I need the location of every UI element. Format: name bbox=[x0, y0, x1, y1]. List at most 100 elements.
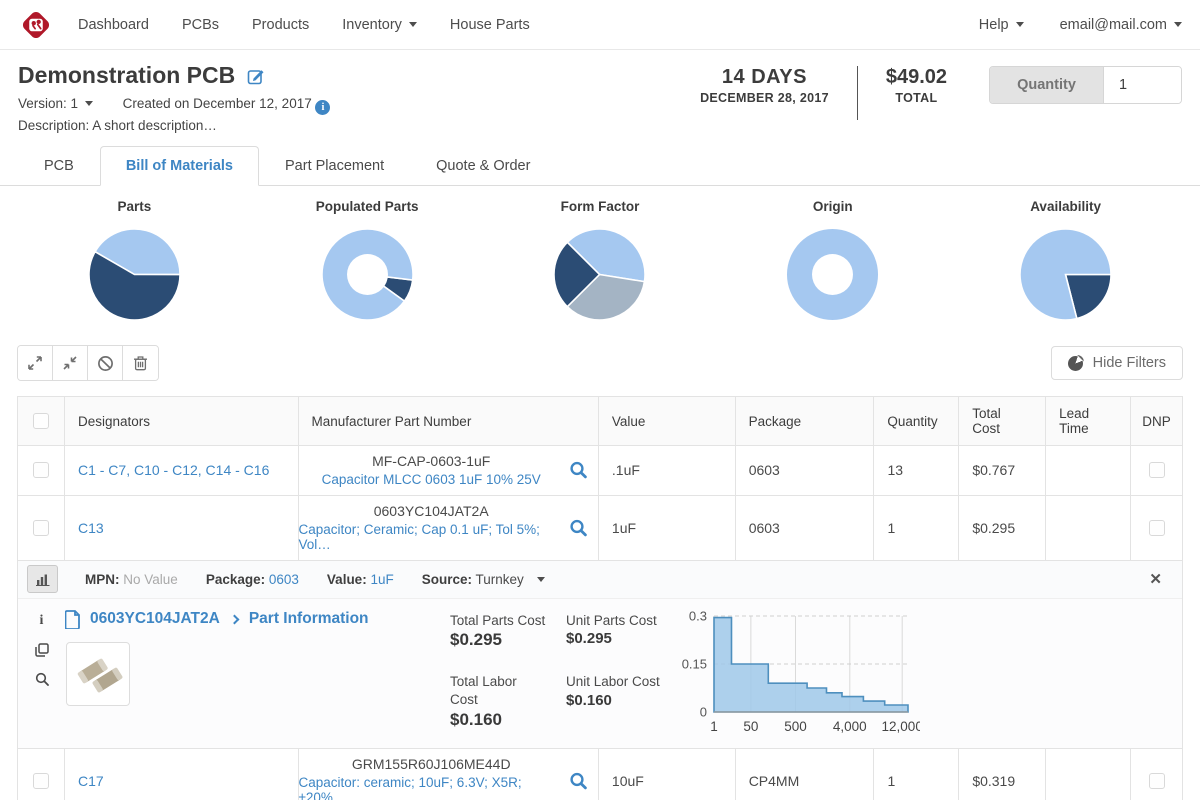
parts-pie-chart[interactable] bbox=[87, 227, 182, 322]
chart-title: Origin bbox=[813, 199, 853, 214]
lead-time-days: 14 DAYS bbox=[700, 66, 829, 89]
form-factor-pie-chart[interactable] bbox=[552, 227, 647, 322]
quantity-cell: 1 bbox=[874, 496, 959, 560]
total-cost-cell: $0.295 bbox=[959, 496, 1046, 560]
caret-down-icon bbox=[1016, 22, 1024, 27]
macrofab-logo[interactable] bbox=[18, 7, 54, 43]
expand-icon bbox=[27, 355, 43, 371]
dnp-checkbox[interactable] bbox=[1149, 520, 1165, 536]
nav-right: Help email@mail.com bbox=[979, 17, 1182, 33]
chart-title: Populated Parts bbox=[316, 199, 419, 214]
copy-icon[interactable] bbox=[35, 643, 49, 657]
filter-populated-parts: Populated Parts bbox=[251, 199, 484, 322]
tab-part-placement[interactable]: Part Placement bbox=[259, 146, 410, 186]
exclude-button[interactable] bbox=[88, 346, 123, 380]
cost-value: $0.160 bbox=[450, 710, 546, 730]
package-cell: 0603 bbox=[736, 496, 875, 560]
collapse-all-button[interactable] bbox=[53, 346, 88, 380]
cost-value: $0.295 bbox=[566, 630, 662, 647]
price-chart-toggle-button[interactable] bbox=[27, 565, 58, 593]
col-dnp: DNP bbox=[1131, 397, 1182, 445]
info-icon[interactable]: i bbox=[315, 100, 330, 115]
svg-text:4,000: 4,000 bbox=[833, 719, 867, 734]
part-info-icon[interactable]: i bbox=[40, 614, 44, 628]
row-checkbox[interactable] bbox=[33, 773, 49, 789]
mpn-text: 0603YC104JAT2A bbox=[374, 503, 489, 519]
table-row: C1 - C7, C10 - C12, C14 - C16 MF-CAP-060… bbox=[18, 446, 1182, 496]
total-cost-cell: $0.767 bbox=[959, 446, 1046, 495]
hide-filters-button[interactable]: Hide Filters bbox=[1051, 346, 1183, 380]
account-menu[interactable]: email@mail.com bbox=[1060, 17, 1182, 33]
svg-text:500: 500 bbox=[784, 719, 807, 734]
mpn-description-link[interactable]: Capacitor: ceramic; 10uF; 6.3V; X5R; ±20… bbox=[299, 775, 564, 800]
nav-item-inventory[interactable]: Inventory bbox=[342, 17, 417, 33]
ban-icon bbox=[97, 355, 114, 372]
designators-link[interactable]: C1 - C7, C10 - C12, C14 - C16 bbox=[78, 462, 269, 478]
page-title: Demonstration PCB bbox=[18, 62, 235, 89]
part-information-link[interactable]: Part Information bbox=[249, 610, 369, 628]
search-icon[interactable] bbox=[569, 518, 588, 537]
availability-pie-chart[interactable] bbox=[1018, 227, 1113, 322]
expand-all-button[interactable] bbox=[18, 346, 53, 380]
cost-label: Unit Labor Cost bbox=[566, 673, 662, 691]
detail-value-link[interactable]: 1uF bbox=[370, 572, 393, 587]
nav-item-inventory-label: Inventory bbox=[342, 17, 402, 33]
populated-parts-pie-chart[interactable] bbox=[320, 227, 415, 322]
nav-item-pcbs[interactable]: PCBs bbox=[182, 17, 219, 33]
edit-icon[interactable] bbox=[247, 67, 265, 85]
row-checkbox[interactable] bbox=[33, 462, 49, 478]
filter-parts: Parts bbox=[18, 199, 251, 322]
svg-text:1: 1 bbox=[710, 719, 718, 734]
bar-chart-icon bbox=[36, 573, 50, 586]
part-number-link[interactable]: 0603YC104JAT2A bbox=[90, 610, 220, 628]
pdf-icon bbox=[65, 610, 81, 629]
table-row: C13 0603YC104JAT2A Capacitor; Ceramic; C… bbox=[18, 496, 1182, 561]
quantity-widget: Quantity bbox=[989, 66, 1182, 104]
part-thumbnail[interactable] bbox=[66, 642, 130, 706]
detail-source-value: Turnkey bbox=[476, 572, 524, 587]
filter-charts: Parts Populated Parts Form Factor Origin… bbox=[0, 186, 1200, 322]
mpn-text: MF-CAP-0603-1uF bbox=[372, 453, 490, 469]
search-icon[interactable] bbox=[569, 771, 588, 790]
price-break-chart: 00.150.31505004,00012,000 bbox=[672, 606, 920, 742]
chart-title: Form Factor bbox=[561, 199, 640, 214]
total-cost-cell: $0.319 bbox=[959, 749, 1046, 800]
svg-text:12,000: 12,000 bbox=[882, 719, 920, 734]
origin-pie-chart[interactable] bbox=[785, 227, 880, 322]
help-menu[interactable]: Help bbox=[979, 17, 1024, 33]
mpn-description-link[interactable]: Capacitor MLCC 0603 1uF 10% 25V bbox=[322, 472, 541, 488]
detail-package-link[interactable]: 0603 bbox=[269, 572, 299, 587]
help-label: Help bbox=[979, 17, 1009, 33]
designators-link[interactable]: C17 bbox=[78, 773, 104, 789]
dnp-checkbox[interactable] bbox=[1149, 773, 1165, 789]
top-nav: Dashboard PCBs Products Inventory House … bbox=[0, 0, 1200, 50]
cost-label: Unit Parts Cost bbox=[566, 612, 662, 630]
tab-pcb[interactable]: PCB bbox=[18, 146, 100, 186]
nav-item-house-parts[interactable]: House Parts bbox=[450, 17, 530, 33]
tab-quote-order[interactable]: Quote & Order bbox=[410, 146, 556, 186]
version-dropdown[interactable]: Version: 1 bbox=[18, 96, 97, 111]
designators-link[interactable]: C13 bbox=[78, 520, 104, 536]
nav-item-dashboard[interactable]: Dashboard bbox=[78, 17, 149, 33]
table-header-row: Designators Manufacturer Part Number Val… bbox=[18, 397, 1182, 446]
close-icon[interactable]: ✕ bbox=[1149, 570, 1162, 588]
mpn-description-link[interactable]: Capacitor; Ceramic; Cap 0.1 uF; Tol 5%; … bbox=[299, 522, 564, 553]
divider bbox=[857, 66, 858, 120]
search-icon[interactable] bbox=[35, 672, 49, 686]
lead-time-date: DECEMBER 28, 2017 bbox=[700, 91, 829, 105]
delete-button[interactable] bbox=[123, 346, 158, 380]
dnp-checkbox[interactable] bbox=[1149, 462, 1165, 478]
cost-value: $0.160 bbox=[566, 692, 662, 709]
quantity-input[interactable] bbox=[1103, 67, 1181, 103]
source-dropdown[interactable]: Source: Turnkey bbox=[422, 572, 545, 587]
detail-package: Package: 0603 bbox=[206, 572, 299, 587]
hide-filters-label: Hide Filters bbox=[1093, 355, 1166, 371]
nav-item-products[interactable]: Products bbox=[252, 17, 309, 33]
tab-bill-of-materials[interactable]: Bill of Materials bbox=[100, 146, 259, 186]
select-all-checkbox[interactable] bbox=[33, 413, 49, 429]
search-icon[interactable] bbox=[569, 461, 588, 480]
created-date: Created on December 12, 2017 bbox=[123, 96, 312, 111]
bom-table: Designators Manufacturer Part Number Val… bbox=[17, 396, 1183, 800]
col-value: Value bbox=[599, 397, 736, 445]
row-checkbox[interactable] bbox=[33, 520, 49, 536]
